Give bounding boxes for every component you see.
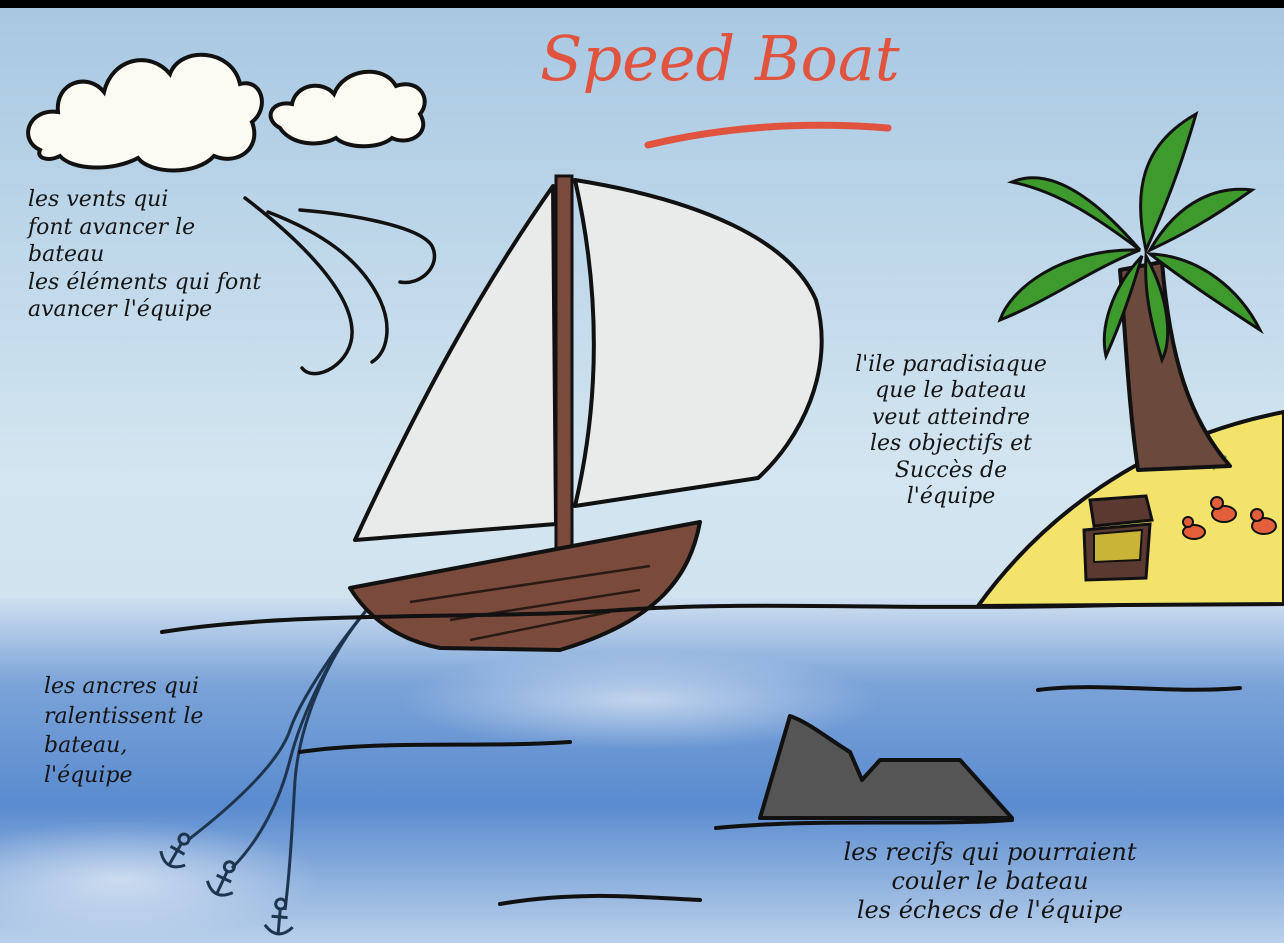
winds-note: les vents qui font avancer le bateau les… xyxy=(28,187,262,322)
page-title: Speed Boat xyxy=(540,22,900,95)
island-note: l'ile paradisiaque que le bateau veut at… xyxy=(855,352,1047,509)
anchors-note: les ancres qui ralentissent le bateau, l… xyxy=(44,674,204,789)
reefs-note: les recifs qui pourraient couler le bate… xyxy=(843,838,1137,924)
speed-boat-drawing: Speed Boat les vents qui font avancer le… xyxy=(0,0,1284,943)
